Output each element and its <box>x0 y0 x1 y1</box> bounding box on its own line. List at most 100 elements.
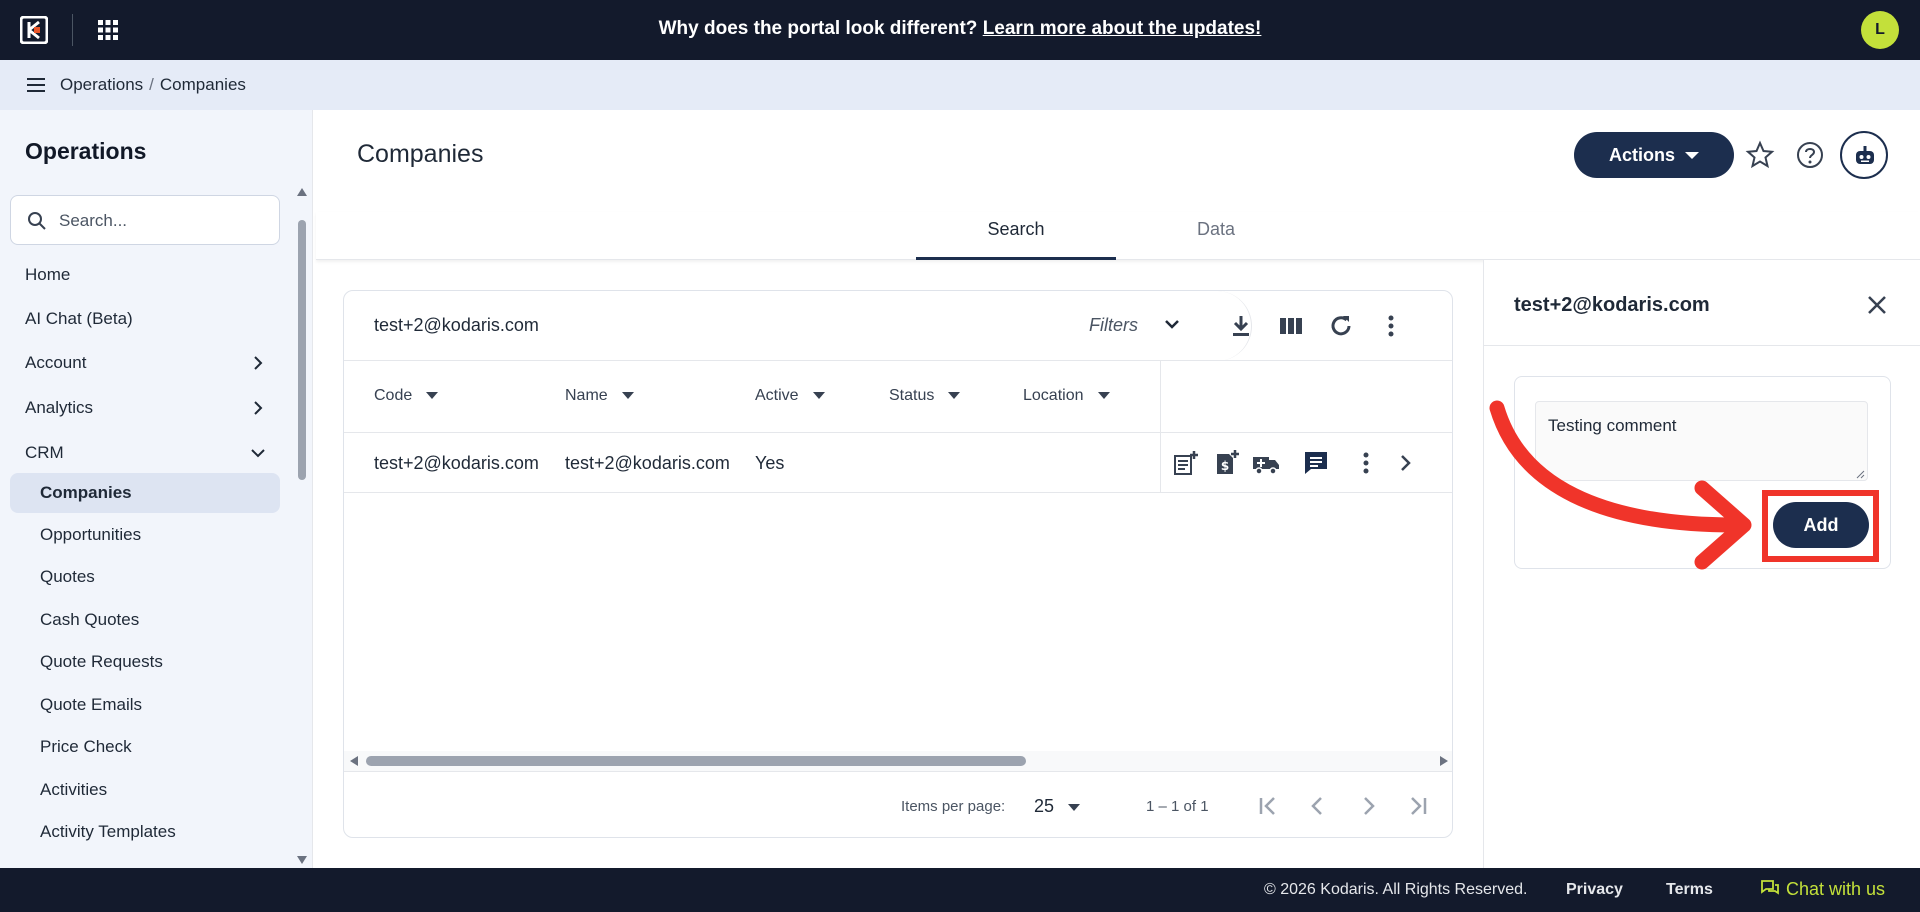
filters-button[interactable]: Filters <box>1089 315 1138 336</box>
column-header-active[interactable]: Active <box>755 387 825 405</box>
copyright: © 2026 Kodaris. All Rights Reserved. <box>1264 881 1528 898</box>
add-invoice-icon[interactable]: $ <box>1212 449 1240 477</box>
items-per-page-label: Items per page: <box>901 798 1006 815</box>
page-range: 1 – 1 of 1 <box>1146 798 1209 815</box>
sidebar-item-label: Analytics <box>25 398 94 417</box>
sidebar-title: Operations <box>25 138 147 164</box>
terms-link[interactable]: Terms <box>1666 881 1713 899</box>
caret-down-icon <box>621 392 634 400</box>
sidebar-item-price-check[interactable]: Price Check <box>10 727 280 767</box>
page-size-select[interactable]: 25 <box>1034 796 1081 817</box>
sidebar-item-analytics[interactable]: Analytics <box>10 388 280 428</box>
actions-label: Actions <box>1608 144 1675 165</box>
columns-icon[interactable] <box>1277 312 1305 340</box>
previous-page-icon[interactable] <box>1304 792 1332 820</box>
sidebar-item-cash-quotes[interactable]: Cash Quotes <box>10 600 280 640</box>
column-label: Active <box>755 387 799 404</box>
scroll-down-arrow[interactable] <box>297 856 307 864</box>
sidebar-item-activities[interactable]: Activities <box>10 770 280 810</box>
user-avatar[interactable]: L <box>1861 11 1899 49</box>
more-vertical-icon[interactable] <box>1352 449 1380 477</box>
breadcrumb-separator: / <box>149 75 154 94</box>
sidebar-item-activity-templates[interactable]: Activity Templates <box>10 812 280 852</box>
actions-button[interactable]: Actions <box>1574 132 1734 178</box>
scroll-right-arrow[interactable] <box>1440 756 1448 766</box>
table-toolbar: test+2@kodaris.com Filters <box>344 291 1452 361</box>
sidebar-item-quote-requests[interactable]: Quote Requests <box>10 642 280 682</box>
ai-assistant-button[interactable] <box>1840 131 1888 179</box>
caret-down-icon <box>812 392 825 400</box>
sidebar-item-account[interactable]: Account <box>10 343 280 383</box>
scroll-left-arrow[interactable] <box>350 756 358 766</box>
sidebar-item-crm[interactable]: CRM <box>10 433 280 473</box>
caret-down-icon <box>1685 152 1699 160</box>
robot-icon <box>1856 146 1874 164</box>
table-row[interactable]: test+2@kodaris.com test+2@kodaris.com Ye… <box>344 433 1452 493</box>
scrollbar-thumb[interactable] <box>298 220 306 480</box>
chat-label: Chat with us <box>1786 879 1886 899</box>
hamburger-menu-icon[interactable] <box>24 73 48 97</box>
first-page-icon[interactable] <box>1254 792 1282 820</box>
chevron-right-icon[interactable] <box>1392 449 1420 477</box>
shipping-truck-icon[interactable] <box>1252 449 1280 477</box>
chat-bubbles-icon <box>1761 880 1779 895</box>
column-header-code[interactable]: Code <box>374 387 439 405</box>
results-table-card: test+2@kodaris.com Filters Code Name Act… <box>343 290 1453 838</box>
sidebar-item-label: CRM <box>25 443 64 462</box>
tab-search[interactable]: Search <box>916 212 1116 260</box>
cell-code: test+2@kodaris.com <box>374 453 539 473</box>
refresh-icon[interactable] <box>1327 312 1355 340</box>
detail-title: test+2@kodaris.com <box>1514 294 1710 316</box>
cell-active: Yes <box>755 453 785 473</box>
chevron-down-icon[interactable] <box>1161 313 1183 335</box>
comment-icon[interactable] <box>1302 449 1330 477</box>
page-title: Companies <box>357 140 484 168</box>
apps-grid-icon[interactable] <box>96 18 120 42</box>
caret-down-icon <box>1097 392 1110 400</box>
chevron-down-icon <box>251 449 265 458</box>
scrollbar-thumb[interactable] <box>366 756 1026 766</box>
column-label: Code <box>374 387 413 404</box>
sidebar-item-companies[interactable]: Companies <box>10 473 280 513</box>
sidebar-search[interactable] <box>10 195 280 245</box>
sidebar-item-quote-emails[interactable]: Quote Emails <box>10 685 280 725</box>
breadcrumb: Operations / Companies <box>60 60 246 110</box>
last-page-icon[interactable] <box>1404 792 1432 820</box>
chat-with-us-button[interactable]: Chat with us <box>1760 879 1885 900</box>
close-icon[interactable] <box>1864 292 1890 318</box>
column-header-location[interactable]: Location <box>1023 387 1110 405</box>
banner-question: Why does the portal look different? <box>658 18 978 39</box>
update-banner: Why does the portal look different? Lear… <box>0 0 1920 60</box>
star-icon[interactable] <box>1745 140 1775 170</box>
footer: © 2026 Kodaris. All Rights Reserved. Pri… <box>0 868 1920 912</box>
column-header-name[interactable]: Name <box>565 387 634 405</box>
breadcrumb-section[interactable]: Operations <box>60 75 143 94</box>
table-header: Code Name Active Status Location <box>344 361 1452 433</box>
more-vertical-icon[interactable] <box>1377 312 1405 340</box>
privacy-link[interactable]: Privacy <box>1566 881 1623 899</box>
sidebar-scrollbar[interactable] <box>297 188 307 864</box>
sidebar-search-input[interactable] <box>59 208 269 234</box>
kodaris-logo[interactable] <box>20 16 48 44</box>
chevron-right-icon <box>254 401 263 415</box>
next-page-icon[interactable] <box>1354 792 1382 820</box>
sidebar-item-opportunities[interactable]: Opportunities <box>10 515 280 555</box>
add-note-icon[interactable] <box>1172 449 1200 477</box>
column-header-status[interactable]: Status <box>889 387 961 405</box>
sidebar-item-quotes[interactable]: Quotes <box>10 557 280 597</box>
tab-data[interactable]: Data <box>1116 212 1316 260</box>
horizontal-scrollbar[interactable] <box>344 751 1452 771</box>
svg-text:$: $ <box>1221 459 1229 473</box>
resize-handle-icon[interactable] <box>1855 469 1865 479</box>
download-icon[interactable] <box>1227 312 1255 340</box>
sidebar-item-ai-chat[interactable]: AI Chat (Beta) <box>10 299 280 339</box>
search-term[interactable]: test+2@kodaris.com <box>374 315 539 336</box>
sidebar-item-home[interactable]: Home <box>10 255 280 295</box>
banner-link[interactable]: Learn more about the updates! <box>983 18 1262 39</box>
scroll-up-arrow[interactable] <box>297 188 307 196</box>
column-label: Location <box>1023 387 1084 404</box>
breadcrumb-bar: Operations / Companies <box>0 60 1920 110</box>
annotation-highlight-box <box>1762 490 1879 562</box>
search-icon <box>28 212 46 230</box>
help-icon[interactable] <box>1795 140 1825 170</box>
